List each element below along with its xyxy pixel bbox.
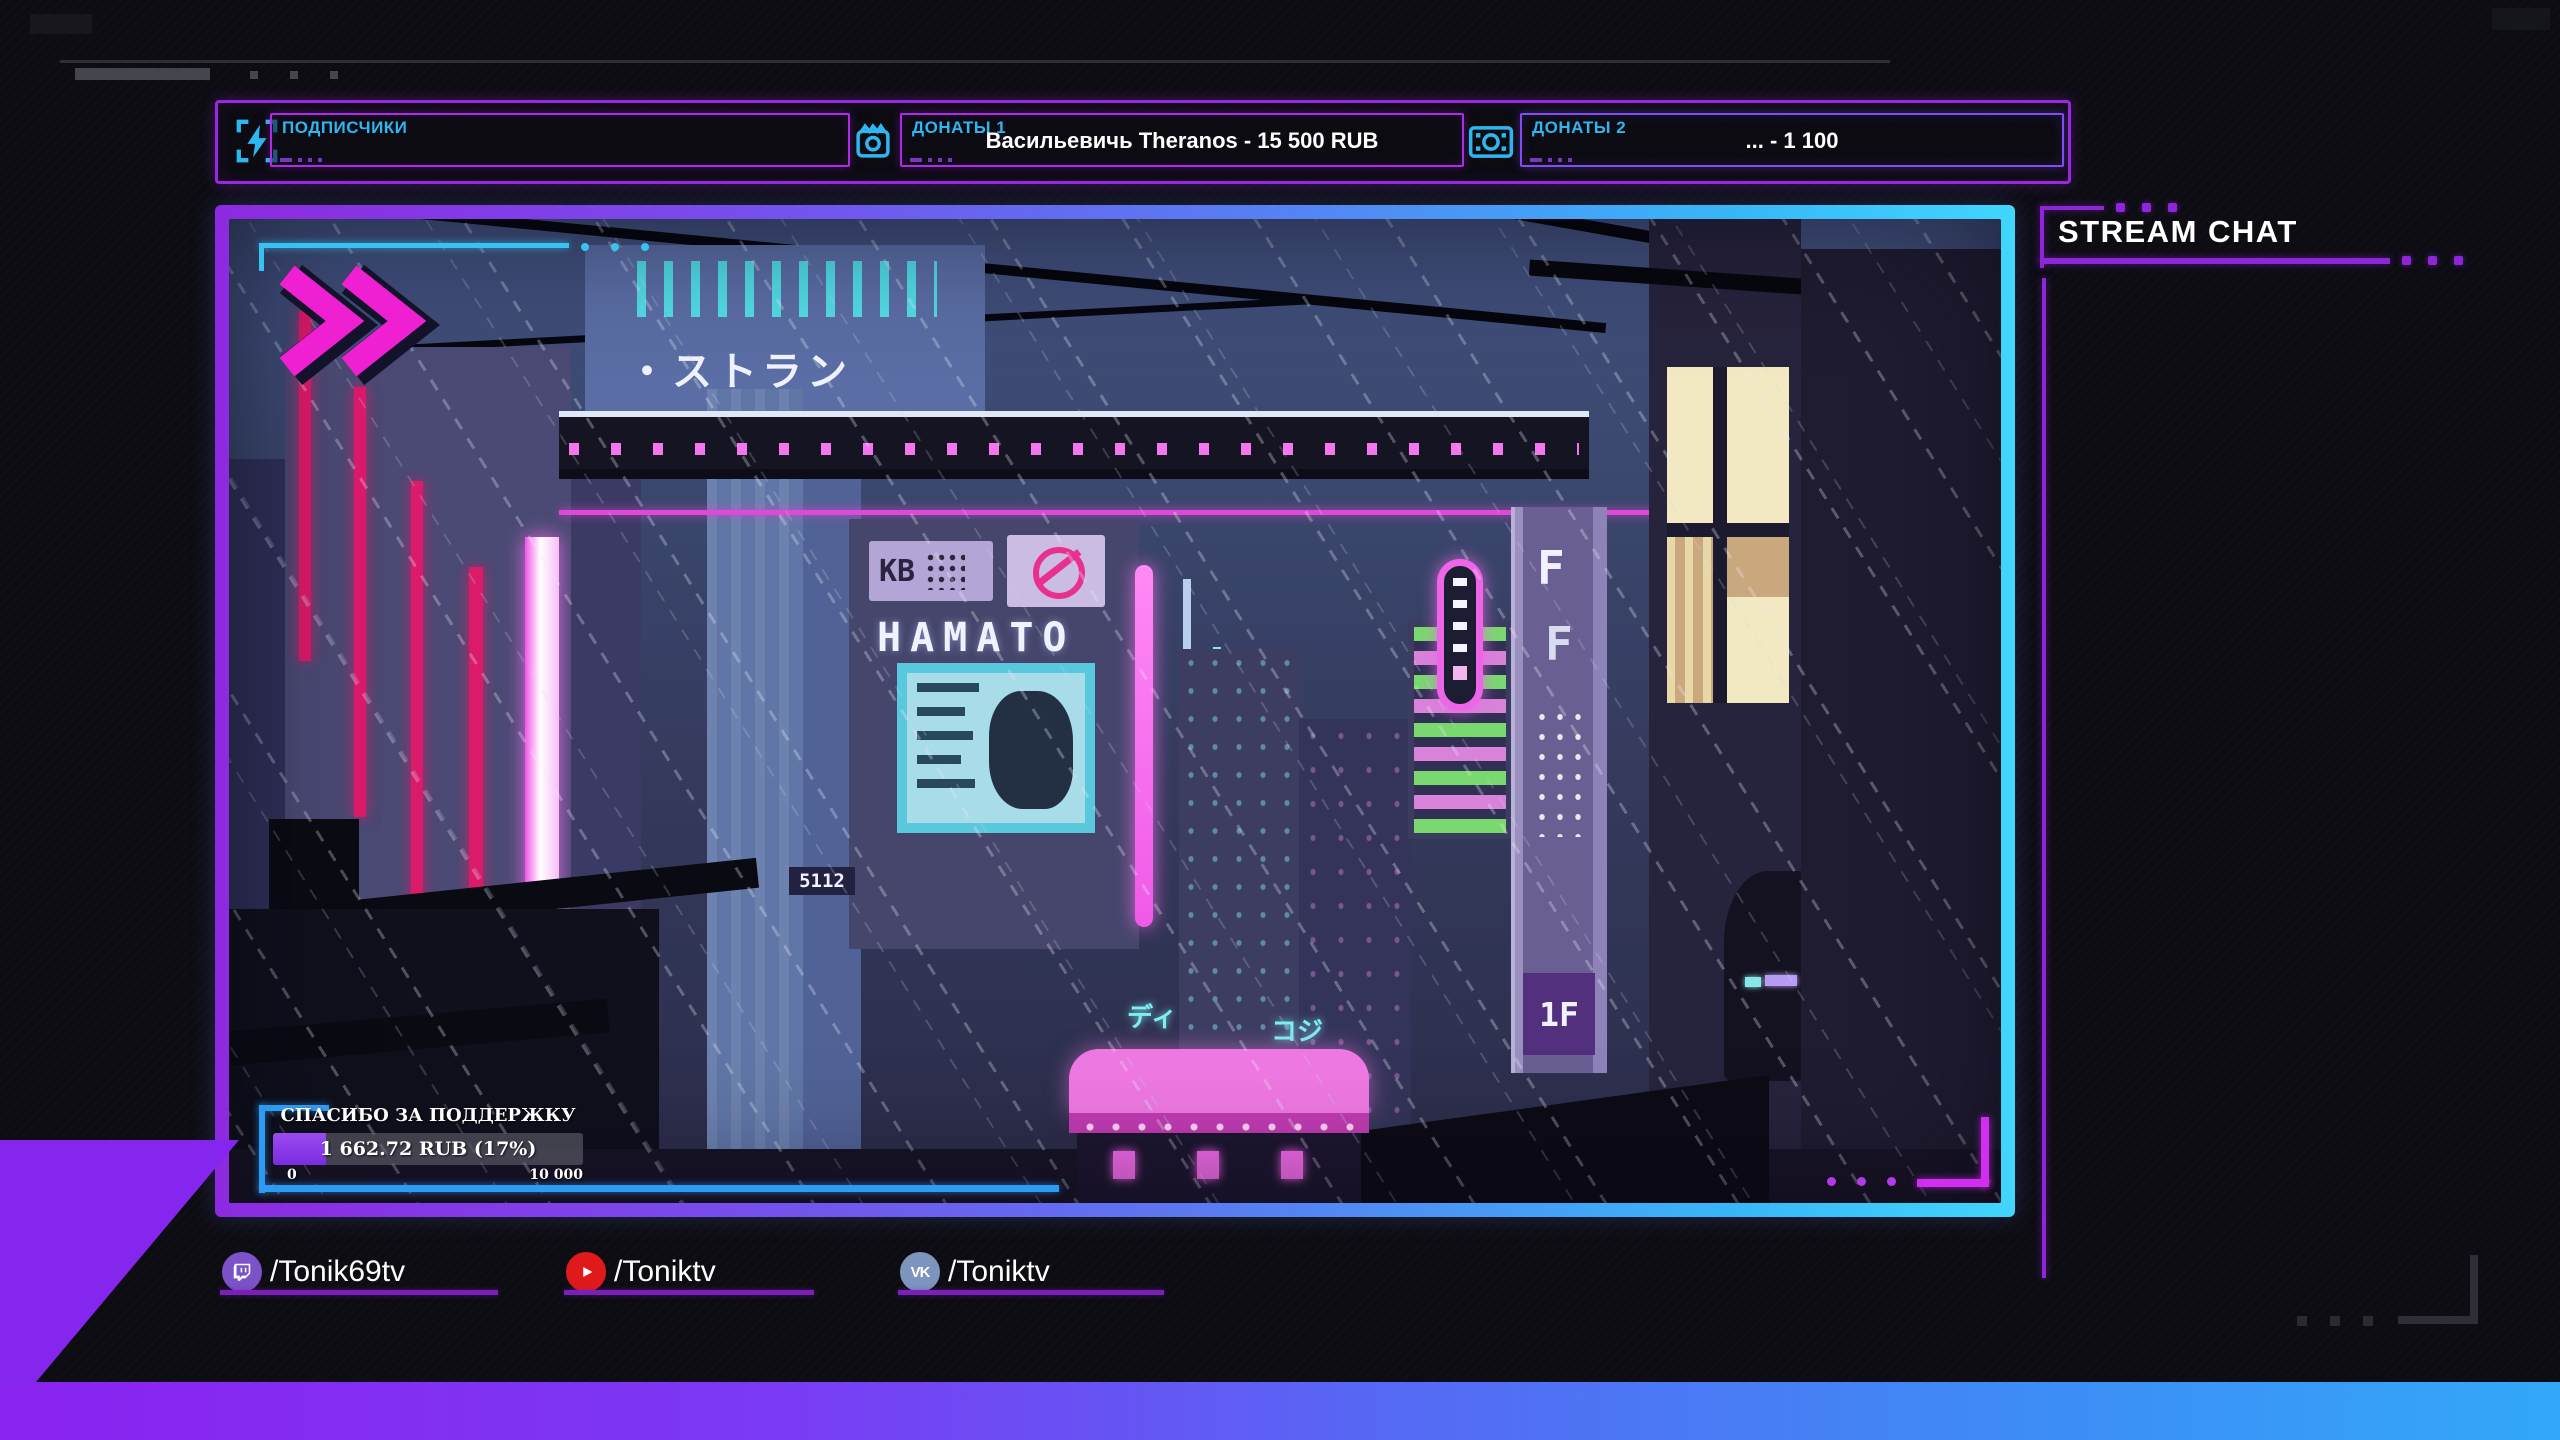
donations1-widget: ДОНАТЫ 1 Васильевичь Theranos - 15 500 R… — [900, 113, 1464, 167]
top-rule-head-decor — [75, 68, 210, 80]
twitch-icon — [222, 1252, 262, 1292]
social-handle: /Toniktv — [614, 1255, 716, 1288]
goal-underline — [259, 1185, 1059, 1192]
top-right-box-decor — [2492, 8, 2550, 30]
social-link-vk[interactable]: VK /Toniktv — [900, 1252, 1050, 1292]
goal-max: 10 000 — [529, 1167, 583, 1183]
scene-sign-hamato: НАМАТО — [877, 615, 1076, 661]
bottom-bracket-decor — [2398, 1316, 2478, 1324]
scene-sign-floor: 1F — [1539, 994, 1579, 1034]
social-handle: /Tonik69tv — [270, 1255, 406, 1288]
goal-title: СПАСИБО ЗА ПОДДЕРЖКУ — [280, 1105, 576, 1126]
goal-value: 1 662.72 RUB (17%) — [319, 1138, 537, 1160]
stream-preview-scene: ・ストラン КВ НАМАТО 5112 F F 1F ディ コジ СПАСИБ… — [229, 219, 2001, 1203]
chat-dot-decor — [2454, 256, 2463, 265]
top-rule-dot — [330, 71, 338, 79]
bottom-rule-dot — [2330, 1316, 2340, 1326]
social-underline — [898, 1290, 1164, 1295]
cyan-dot-decor — [581, 243, 589, 251]
panel-corner-decor — [1530, 158, 1572, 162]
top-rule-dot — [290, 71, 298, 79]
subscribers-value — [272, 115, 848, 165]
panel-corner-decor — [280, 158, 322, 162]
cyan-dot-decor — [611, 243, 619, 251]
widget-bar: ПОДПИСЧИКИ ДОНАТЫ 1 Васильевичь Theranos… — [215, 100, 2071, 184]
social-link-twitch[interactable]: /Tonik69tv — [222, 1252, 405, 1292]
corner-line-decor — [1917, 1179, 1989, 1187]
scene-sign-dei: ディ — [1127, 1003, 1178, 1033]
purple-dot-decor — [1887, 1177, 1896, 1186]
goal-progressbar: 1 662.72 RUB (17%) — [273, 1133, 583, 1165]
donations2-value: ... - 1 100 — [1745, 127, 1839, 153]
top-rule-dot — [250, 71, 258, 79]
money-icon[interactable] — [1468, 124, 1514, 160]
canopy-band — [1069, 1113, 1369, 1133]
subscribers-widget: ПОДПИСЧИКИ — [270, 113, 850, 167]
corner-line-decor — [1981, 1117, 1989, 1187]
social-handle: /Toniktv — [948, 1255, 1050, 1288]
scene-sign-kb: КВ — [869, 541, 993, 601]
building-silhouette — [1801, 249, 2001, 1203]
bottom-bracket-decor — [2470, 1255, 2478, 1324]
panel-corner-decor — [910, 158, 952, 162]
window-lights-decor — [637, 261, 937, 317]
youtube-icon — [566, 1252, 606, 1292]
visor-glow-decor — [1745, 977, 1761, 987]
chat-bracket — [2040, 206, 2104, 210]
social-link-youtube[interactable]: /Toniktv — [566, 1252, 716, 1292]
social-underline — [564, 1290, 814, 1295]
chat-panel-border — [2042, 278, 2046, 1278]
bottom-rule-dot — [2363, 1316, 2373, 1326]
stream-overlay-page: ПОДПИСЧИКИ ДОНАТЫ 1 Васильевичь Theranos… — [0, 0, 2560, 1440]
chat-dot-decor — [2428, 256, 2437, 265]
social-underline — [220, 1290, 498, 1295]
scene-sign-ban — [1007, 535, 1105, 607]
dot-grid-decor — [925, 552, 966, 590]
top-rule-decor — [60, 60, 1890, 63]
corner-line-decor — [259, 243, 264, 271]
dot-grid-decor — [1533, 707, 1589, 837]
purple-dot-decor — [1857, 1177, 1866, 1186]
top-left-box-decor — [30, 14, 92, 34]
neon-tube-decor — [1135, 565, 1153, 927]
chat-title: STREAM CHAT — [2058, 214, 2298, 249]
visor-glow-decor — [1765, 975, 1797, 986]
stream-preview-frame: ・ストラン КВ НАМАТО 5112 F F 1F ディ コジ СПАСИБ… — [215, 205, 2015, 1217]
donations2-widget: ДОНАТЫ 2 ... - 1 100 — [1520, 113, 2064, 167]
canopy-roof — [1069, 1049, 1369, 1113]
goal-min: 0 — [287, 1167, 297, 1183]
corner-line-decor — [259, 243, 569, 248]
chat-underline — [2040, 258, 2390, 264]
capsule-sign-decor — [1437, 559, 1483, 711]
neon-line-decor — [559, 510, 1669, 515]
vk-icon: VK — [900, 1252, 940, 1292]
goal-bracket — [259, 1105, 265, 1193]
bottom-rule-dot — [2297, 1316, 2307, 1326]
poster-face-decor — [989, 691, 1073, 809]
chevrons-icon — [279, 265, 440, 385]
scene-sign-koji: コジ — [1271, 1017, 1324, 1047]
bottom-gradient-band — [0, 1382, 2560, 1440]
donations1-value: Васильевичь Theranos - 15 500 RUB — [985, 127, 1379, 153]
cyan-dot-decor — [641, 243, 649, 251]
lit-window-decor — [1667, 367, 1789, 703]
chat-dot-decor — [2168, 203, 2177, 212]
bridge-lights-decor — [569, 443, 1579, 455]
chat-dot-decor — [2116, 203, 2125, 212]
neon-bar-decor — [354, 387, 366, 817]
stall-front — [1077, 1133, 1361, 1203]
gear-icon[interactable] — [852, 120, 894, 162]
bridge-underbeam — [559, 469, 1589, 479]
foreground-silhouette — [1349, 1075, 1769, 1203]
poster-decor — [897, 663, 1095, 833]
purple-dot-decor — [1827, 1177, 1836, 1186]
floor-banner-sign: F F 1F — [1511, 507, 1607, 1073]
chat-dot-decor — [2142, 203, 2151, 212]
scene-sign-digits: 5112 — [789, 867, 855, 895]
chat-dot-decor — [2402, 256, 2411, 265]
